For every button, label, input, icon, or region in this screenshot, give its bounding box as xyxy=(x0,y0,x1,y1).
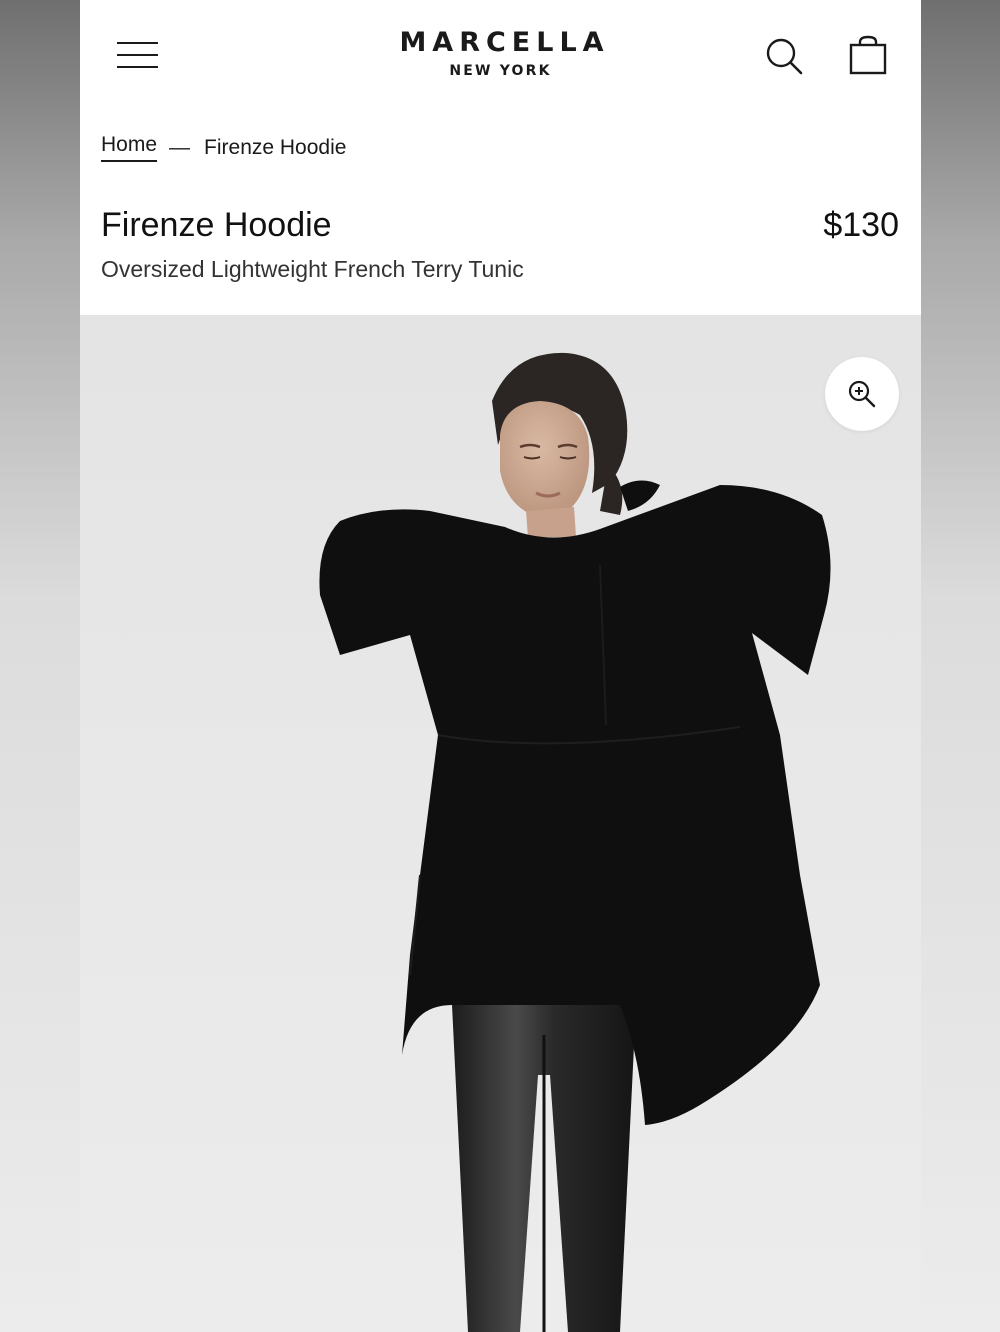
zoom-button[interactable] xyxy=(825,357,899,431)
product-header: Firenze Hoodie $130 Oversized Lightweigh… xyxy=(101,205,899,283)
product-price: $130 xyxy=(823,206,899,244)
product-title: Firenze Hoodie xyxy=(101,206,332,244)
zoom-in-icon xyxy=(848,380,876,408)
breadcrumb-separator: — xyxy=(169,135,191,159)
search-icon[interactable] xyxy=(764,36,804,76)
shopping-bag-icon[interactable] xyxy=(848,34,888,76)
product-page: MARCELLA NEW YORK Home — Firenze Hoodie … xyxy=(80,0,921,1332)
model-photo xyxy=(319,352,831,1332)
breadcrumb: Home — Firenze Hoodie xyxy=(101,133,346,162)
product-image[interactable] xyxy=(80,315,921,1332)
breadcrumb-current: Firenze Hoodie xyxy=(204,135,347,159)
product-subtitle: Oversized Lightweight French Terry Tunic xyxy=(101,256,524,282)
breadcrumb-home-link[interactable]: Home xyxy=(101,133,158,162)
site-header: MARCELLA NEW YORK xyxy=(80,0,921,110)
